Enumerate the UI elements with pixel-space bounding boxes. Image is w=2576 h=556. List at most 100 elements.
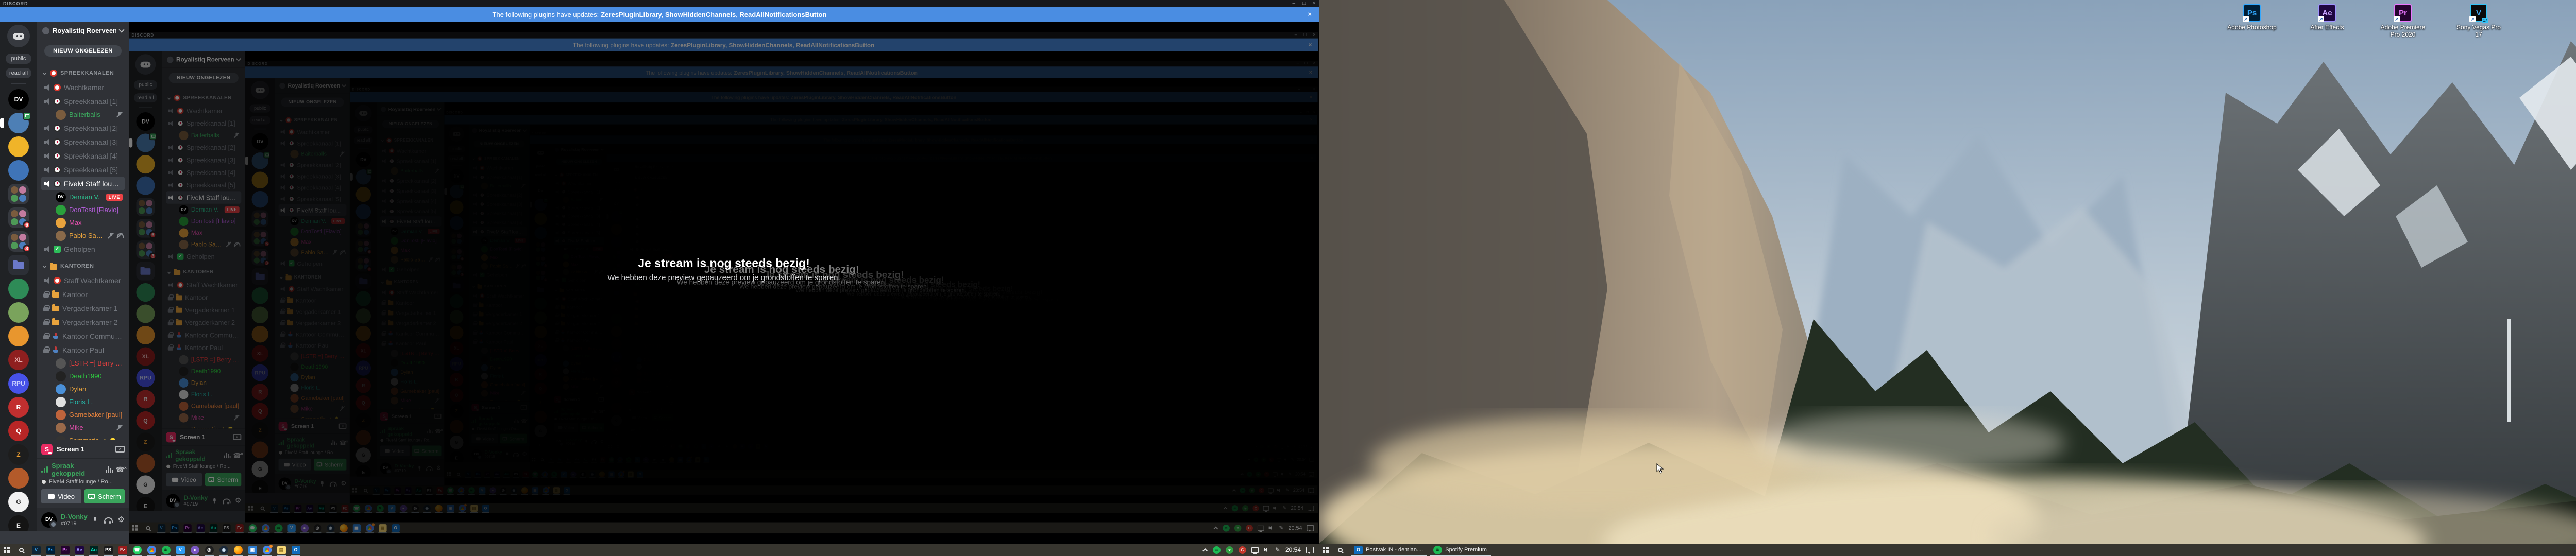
server-icon[interactable]: DV xyxy=(7,89,30,110)
ccleaner-tray-icon[interactable]: C xyxy=(1239,546,1246,554)
soundboard-icon[interactable] xyxy=(106,466,113,473)
desktop-shortcut[interactable]: V↗17Sony Vegas Pro 17 xyxy=(2454,4,2503,39)
taskbar-icon-vscode[interactable]: V xyxy=(173,544,188,556)
start-button[interactable] xyxy=(0,544,13,556)
voice-user[interactable]: Baiterballs xyxy=(41,108,125,121)
tray-expand-icon[interactable] xyxy=(1202,548,1208,553)
rail-pill-public[interactable]: public xyxy=(6,54,31,64)
desktop-shortcut[interactable]: Ae↗After Effects xyxy=(2302,4,2352,31)
rail-pill-read-all[interactable]: read all xyxy=(6,68,31,78)
desktop-shortcut[interactable]: Pr↗Adobe Premiere Pro 2020 xyxy=(2378,4,2428,39)
taskbar-window-outlook-window[interactable]: OPostvak IN - demian.... xyxy=(1350,544,1428,556)
server-icon[interactable]: Z xyxy=(7,444,30,465)
taskbar-icon-audition[interactable]: Au xyxy=(87,544,101,556)
headphones-icon[interactable] xyxy=(104,517,111,523)
disconnect-icon[interactable]: ☎ xyxy=(116,466,125,473)
voice-channel[interactable]: Spreekkanaal [1] xyxy=(41,94,125,108)
taskbar-icon-obs[interactable]: ◎ xyxy=(202,544,216,556)
banner-close-icon[interactable]: × xyxy=(1308,10,1312,18)
server-icon[interactable] xyxy=(7,184,30,204)
discord-home-icon[interactable] xyxy=(7,25,30,47)
server-icon[interactable]: 6 xyxy=(7,207,30,228)
server-icon[interactable] xyxy=(7,326,30,346)
channel-category[interactable]: SPREEKKANALEN xyxy=(41,66,125,80)
desktop-shortcut[interactable]: Ps↗Adobe Photoshop xyxy=(2227,4,2277,31)
voice-channel[interactable]: Kantoor Community ... xyxy=(41,329,125,343)
taskbar-icon-chrome[interactable] xyxy=(144,544,159,556)
stop-streaming-icon[interactable]: × xyxy=(115,446,125,453)
voice-channel[interactable]: Vergaderkamer 1 xyxy=(41,301,125,315)
voice-user[interactable]: DonTosti [Flavio] xyxy=(41,203,125,216)
server-icon[interactable] xyxy=(7,468,30,489)
action-center-icon[interactable] xyxy=(1306,547,1314,553)
network-icon[interactable] xyxy=(1251,547,1259,553)
channel-category[interactable]: KANTOREN xyxy=(41,259,125,273)
spotify-tray-icon[interactable]: ≋ xyxy=(1213,546,1221,554)
voice-user[interactable]: Max xyxy=(41,216,125,229)
razer-tray-icon[interactable]: ☣ xyxy=(1226,546,1233,554)
voice-channel[interactable]: ✓Geholpen xyxy=(41,242,125,256)
close-button[interactable]: × xyxy=(1313,0,1316,7)
video-button[interactable]: Video xyxy=(41,489,81,503)
voice-channel[interactable]: Spreekkanaal [2] xyxy=(41,121,125,135)
server-icon[interactable] xyxy=(7,136,30,157)
taskbar-icon-spotify[interactable]: ≋ xyxy=(159,544,173,556)
taskbar-icon-vegas-pro[interactable]: V xyxy=(29,544,43,556)
voice-channel[interactable]: Wachtkamer xyxy=(41,80,125,94)
voice-user[interactable]: DVDemian V.LIVE xyxy=(41,190,125,203)
voice-channel[interactable]: Vergaderkamer 2 xyxy=(41,315,125,329)
voice-channel[interactable]: Kantoor Paul xyxy=(41,343,125,357)
clock[interactable]: 20:54 xyxy=(1285,546,1301,553)
taskbar-icon-whatsapp[interactable]: ☎ xyxy=(130,544,144,556)
voice-user[interactable]: Death1990 xyxy=(41,370,125,383)
voice-channel[interactable]: Spreekkanaal [5] xyxy=(41,163,125,177)
taskbar-icon-premiere[interactable]: Pr xyxy=(58,544,72,556)
server-icon[interactable]: R xyxy=(7,397,30,418)
gear-icon[interactable]: ⚙ xyxy=(118,516,125,524)
taskbar-icon-after-effects[interactable]: Ae xyxy=(72,544,87,556)
voice-channel[interactable]: Spreekkanaal [4] xyxy=(41,149,125,163)
taskbar-icon-blue-app[interactable]: ▣ xyxy=(245,544,260,556)
server-icon[interactable]: Q xyxy=(7,421,30,441)
avatar[interactable]: DV xyxy=(41,512,57,528)
taskbar-icon-steam[interactable]: ◉ xyxy=(216,544,231,556)
taskbar-icon-filezilla[interactable]: Fz xyxy=(115,544,130,556)
search-button[interactable] xyxy=(1332,544,1348,556)
server-icon[interactable]: XL xyxy=(7,350,30,370)
start-button[interactable] xyxy=(1319,544,1332,556)
server-icon[interactable]: 3 xyxy=(7,231,30,252)
server-header[interactable]: Royalistiq Roerveen C... xyxy=(37,22,129,40)
pen-icon[interactable]: ✎ xyxy=(1275,546,1280,553)
minimize-button[interactable]: – xyxy=(1293,0,1296,7)
taskbar-window-spotify-window[interactable]: ≋Spotify Premium xyxy=(1429,544,1492,556)
server-icon[interactable] xyxy=(7,255,30,275)
screen-share-button[interactable]: Scherm xyxy=(84,489,125,503)
voice-channel[interactable]: Staff Wachtkamer xyxy=(41,273,125,287)
taskbar-icon-photoshop[interactable]: Ps xyxy=(43,544,58,556)
voice-user[interactable]: Semmetje★ xyxy=(41,434,125,440)
voice-user[interactable]: [LSTR =] Berry d W. xyxy=(41,357,125,370)
voice-user[interactable]: Dylan xyxy=(41,383,125,395)
server-icon[interactable] xyxy=(7,113,30,133)
mic-icon[interactable] xyxy=(93,517,97,523)
server-icon[interactable]: RPU xyxy=(7,373,30,394)
voice-user[interactable]: Floris L. xyxy=(41,395,125,408)
taskbar-icon-phpstorm[interactable]: PS xyxy=(101,544,115,556)
taskbar-icon-outlook[interactable]: O xyxy=(289,544,303,556)
server-icon[interactable] xyxy=(7,160,30,181)
server-icon[interactable] xyxy=(7,302,30,323)
server-icon[interactable] xyxy=(7,279,30,299)
taskbar-icon-file-explorer[interactable]: ▤ xyxy=(274,544,289,556)
server-icon[interactable]: E xyxy=(7,515,30,531)
voice-user[interactable]: Gamebaker [paul] xyxy=(41,408,125,421)
server-icon[interactable]: G xyxy=(7,492,30,512)
maximize-button[interactable]: □ xyxy=(1302,0,1306,7)
new-unread-pill[interactable]: NIEUW ONGELEZEN xyxy=(44,45,122,57)
volume-icon[interactable] xyxy=(1264,547,1270,553)
voice-channel[interactable]: Kantoor xyxy=(41,287,125,301)
taskbar-icon-chrome-profile[interactable] xyxy=(260,544,274,556)
voice-channel[interactable]: Spreekkanaal [3] xyxy=(41,135,125,149)
search-button[interactable] xyxy=(13,544,29,556)
voice-channel[interactable]: FiveM Staff lounge xyxy=(41,177,125,190)
voice-user[interactable]: Mike xyxy=(41,421,125,434)
